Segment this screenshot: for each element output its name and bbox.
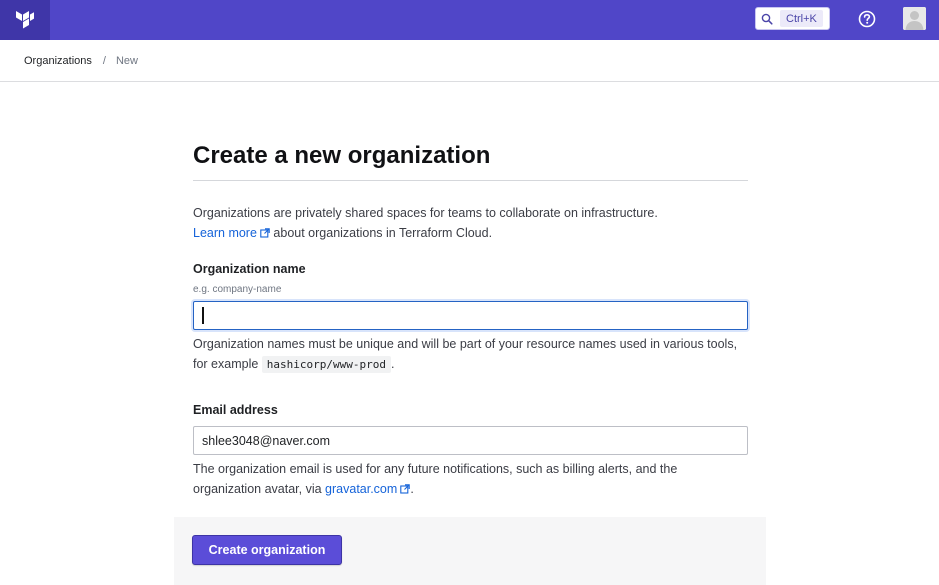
- email-address-value: shlee3048@naver.com: [202, 433, 331, 448]
- search-shortcut-hint: Ctrl+K: [780, 10, 823, 27]
- search-icon: [756, 8, 778, 29]
- help-circle-icon[interactable]: [857, 9, 877, 29]
- create-organization-button[interactable]: Create organization: [192, 535, 342, 565]
- example-code: hashicorp/www-prod: [261, 356, 392, 373]
- learn-more-label: Learn more: [193, 226, 257, 240]
- breadcrumb-separator: /: [102, 54, 106, 67]
- email-address-input[interactable]: shlee3048@naver.com: [193, 426, 748, 455]
- email-help-suffix: .: [410, 482, 414, 496]
- organization-name-label: Organization name: [193, 262, 306, 276]
- intro-description: Organizations are privately shared space…: [193, 206, 658, 220]
- terraform-logo-icon[interactable]: [0, 0, 50, 40]
- title-divider: [193, 180, 748, 181]
- user-avatar-icon[interactable]: [903, 7, 926, 30]
- intro-text: Organizations are privately shared space…: [193, 203, 748, 244]
- text-cursor: [202, 307, 204, 324]
- breadcrumb: Organizations / New: [0, 40, 939, 82]
- organization-name-help: Organization names must be unique and wi…: [193, 334, 748, 375]
- external-link-icon: [260, 224, 270, 244]
- organization-name-hint: e.g. company-name: [193, 284, 282, 295]
- gravatar-label: gravatar.com: [325, 482, 398, 496]
- breadcrumb-organizations-link[interactable]: Organizations: [24, 55, 92, 67]
- page-title: Create a new organization: [193, 142, 491, 169]
- learn-more-link[interactable]: Learn more: [193, 226, 270, 240]
- search-button[interactable]: Ctrl+K: [755, 7, 830, 30]
- external-link-icon: [400, 480, 411, 500]
- email-help-text: The organization email is used for any f…: [193, 462, 678, 496]
- organization-name-input[interactable]: [193, 301, 748, 330]
- gravatar-link[interactable]: gravatar.com: [325, 482, 411, 496]
- email-address-label: Email address: [193, 403, 278, 417]
- email-help: The organization email is used for any f…: [193, 459, 748, 500]
- breadcrumb-current-page: New: [115, 54, 138, 67]
- organization-name-help-suffix: .: [391, 357, 395, 371]
- intro-suffix: about organizations in Terraform Cloud.: [273, 226, 493, 240]
- top-nav-bar: Ctrl+K: [0, 0, 939, 40]
